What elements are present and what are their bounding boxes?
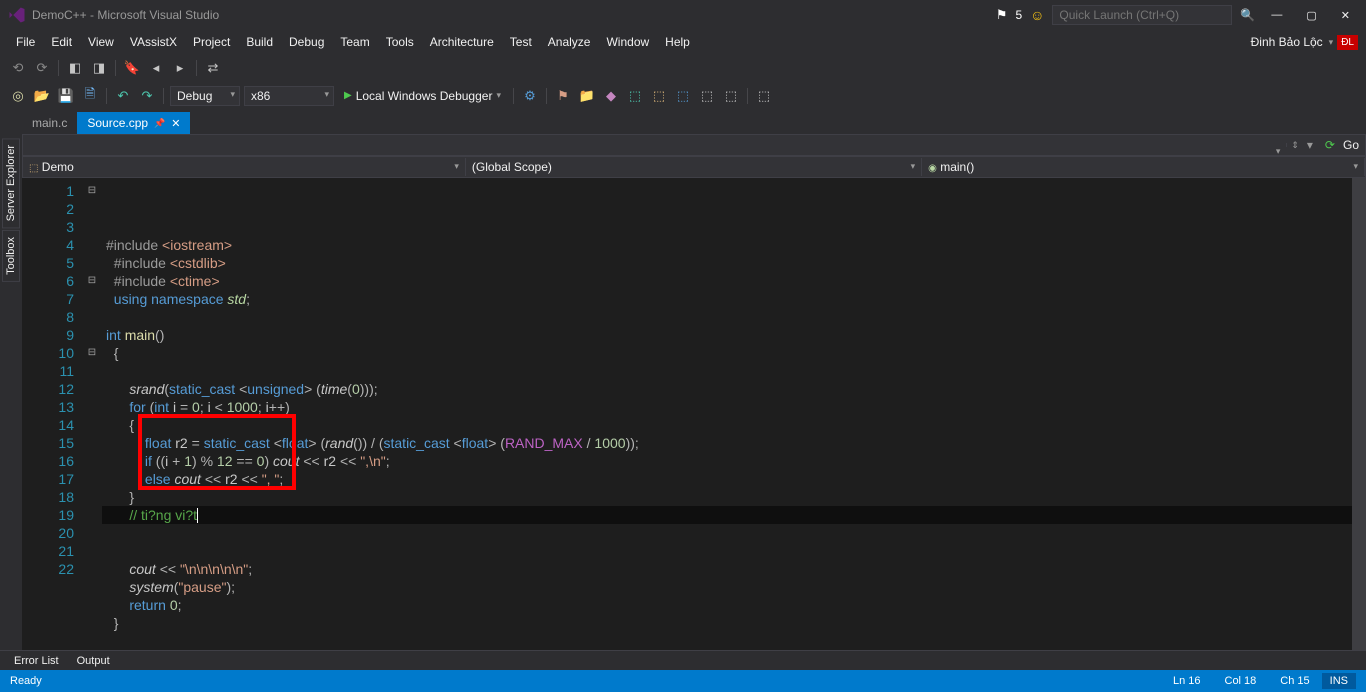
next-bookmark-icon[interactable]: ▸ <box>170 58 190 78</box>
tool-icon-8[interactable]: ⬚ <box>697 86 717 106</box>
tab-error-list[interactable]: Error List <box>6 653 67 669</box>
undo-icon[interactable]: ↶ <box>113 86 133 106</box>
status-ready: Ready <box>10 675 42 687</box>
tab-label: Source.cpp <box>87 116 148 130</box>
nav-combo-empty[interactable] <box>23 143 1287 147</box>
chevron-down-icon[interactable]: ▾ <box>1329 37 1334 48</box>
document-tabs: main.c Source.cpp 📌 ✕ <box>0 110 1366 134</box>
tab-main-c[interactable]: main.c <box>22 112 77 134</box>
feedback-icon[interactable]: ☺ <box>1030 7 1044 23</box>
side-tool-tabs: Server Explorer Toolbox <box>0 134 22 674</box>
close-button[interactable]: ✕ <box>1333 5 1358 26</box>
tool-icon-5[interactable]: ⬚ <box>625 86 645 106</box>
status-col: Col 18 <box>1213 675 1269 687</box>
toolbar-2: ◎ 📂 💾 🗎 ↶ ↷ Debug x86 ▶ Local Windows De… <box>0 82 1366 110</box>
status-line: Ln 16 <box>1161 675 1213 687</box>
toolbar-1: ⟲ ⟳ ◧ ◨ 🔖 ◂ ▸ ⇄ <box>0 54 1366 82</box>
status-ins[interactable]: INS <box>1322 673 1356 689</box>
menu-analyze[interactable]: Analyze <box>540 32 599 52</box>
menu-team[interactable]: Team <box>332 32 377 52</box>
tab-label: main.c <box>32 116 67 130</box>
menu-vassistx[interactable]: VAssistX <box>122 32 185 52</box>
flag-icon[interactable]: ⚑ <box>996 7 1008 23</box>
menu-project[interactable]: Project <box>185 32 238 52</box>
sidetab-toolbox[interactable]: Toolbox <box>2 230 20 282</box>
solution-platform-combo[interactable]: x86 <box>244 86 334 106</box>
signed-in-user[interactable]: Đinh Bảo Lộc <box>1245 32 1329 52</box>
line-numbers: 12345678910111213141516171819202122 <box>22 178 82 654</box>
nav-dropdown-icon[interactable]: ▾ <box>1303 138 1317 152</box>
new-project-icon[interactable]: ◎ <box>8 86 28 106</box>
menu-tools[interactable]: Tools <box>378 32 422 52</box>
brace-match-icon[interactable]: ⇄ <box>203 58 223 78</box>
menu-file[interactable]: File <box>8 32 43 52</box>
pin-icon[interactable]: 📌 <box>154 118 165 129</box>
tool-icon-6[interactable]: ⬚ <box>649 86 669 106</box>
tool-icon-10[interactable]: ⬚ <box>754 86 774 106</box>
tool-icon-1[interactable]: ⚙ <box>520 86 540 106</box>
titlebar: DemoC++ - Microsoft Visual Studio ⚑ 5 ☺ … <box>0 0 1366 30</box>
start-debugging-button[interactable]: ▶ Local Windows Debugger ▾ <box>338 87 507 105</box>
menu-architecture[interactable]: Architecture <box>422 32 502 52</box>
tool-icon-4[interactable]: ◆ <box>601 86 621 106</box>
editor-pane: ⇕ ▾ ⟳ Go ⬚ Demo (Global Scope) ◉ main() … <box>22 134 1366 674</box>
navigation-bar-1: ⇕ ▾ ⟳ Go <box>22 134 1366 156</box>
prev-bookmark-icon[interactable]: ◂ <box>146 58 166 78</box>
save-all-icon[interactable]: 🗎 <box>80 86 100 106</box>
menu-edit[interactable]: Edit <box>43 32 80 52</box>
menu-test[interactable]: Test <box>502 32 540 52</box>
debugger-target-label: Local Windows Debugger <box>356 89 493 103</box>
tool-icon-2[interactable]: ⚑ <box>553 86 573 106</box>
statusbar: Ready Ln 16 Col 18 Ch 15 INS <box>0 670 1366 692</box>
vs-logo-icon <box>8 6 26 24</box>
function-icon: ◉ <box>928 163 937 174</box>
menu-debug[interactable]: Debug <box>281 32 332 52</box>
quick-launch-input[interactable] <box>1052 5 1232 25</box>
menu-view[interactable]: View <box>80 32 122 52</box>
minimize-button[interactable]: — <box>1263 5 1290 25</box>
window-title: DemoC++ - Microsoft Visual Studio <box>32 8 996 22</box>
toggle2-icon[interactable]: ◨ <box>89 58 109 78</box>
search-icon[interactable]: 🔍 <box>1240 8 1255 22</box>
go-label[interactable]: Go <box>1343 138 1365 152</box>
play-icon: ▶ <box>344 90 352 101</box>
menubar: File Edit View VAssistX Project Build De… <box>0 30 1366 54</box>
nav-scope-combo[interactable]: (Global Scope) <box>466 158 922 176</box>
maximize-button[interactable]: ▢ <box>1298 5 1324 26</box>
go-icon[interactable]: ⟳ <box>1317 136 1343 154</box>
menu-help[interactable]: Help <box>657 32 698 52</box>
vertical-scrollbar[interactable] <box>1352 178 1366 654</box>
tab-output[interactable]: Output <box>69 653 118 669</box>
user-badge[interactable]: ĐL <box>1337 35 1358 50</box>
open-icon[interactable]: 📂 <box>32 86 52 106</box>
fold-column[interactable]: ⊟⊟⊟ <box>82 178 102 654</box>
bottom-tool-tabs: Error List Output <box>0 650 1366 670</box>
nav-function-combo[interactable]: ◉ main() <box>922 158 1365 176</box>
solution-config-combo[interactable]: Debug <box>170 86 240 106</box>
status-ch: Ch 15 <box>1268 675 1321 687</box>
code-editor[interactable]: 12345678910111213141516171819202122 ⊟⊟⊟ … <box>22 178 1366 654</box>
menu-window[interactable]: Window <box>598 32 657 52</box>
redo-icon[interactable]: ↷ <box>137 86 157 106</box>
nav-updown-icon[interactable]: ⇕ <box>1287 140 1303 151</box>
save-icon[interactable]: 💾 <box>56 86 76 106</box>
bookmark-icon[interactable]: 🔖 <box>122 58 142 78</box>
nav-project-combo[interactable]: ⬚ Demo <box>23 158 466 176</box>
nav-fwd-icon[interactable]: ⟳ <box>32 58 52 78</box>
tool-icon-7[interactable]: ⬚ <box>673 86 693 106</box>
project-icon: ⬚ <box>29 163 38 174</box>
navigation-bar-2: ⬚ Demo (Global Scope) ◉ main() <box>22 156 1366 178</box>
tool-icon-3[interactable]: 📁 <box>577 86 597 106</box>
menu-build[interactable]: Build <box>238 32 281 52</box>
toggle-icon[interactable]: ◧ <box>65 58 85 78</box>
tool-icon-9[interactable]: ⬚ <box>721 86 741 106</box>
sidetab-server-explorer[interactable]: Server Explorer <box>2 138 20 228</box>
nav-back-icon[interactable]: ⟲ <box>8 58 28 78</box>
code-area[interactable]: #include <iostream> #include <cstdlib> #… <box>102 178 1366 654</box>
tab-source-cpp[interactable]: Source.cpp 📌 ✕ <box>77 112 190 134</box>
notification-count[interactable]: 5 <box>1015 8 1022 22</box>
close-tab-icon[interactable]: ✕ <box>171 117 180 130</box>
